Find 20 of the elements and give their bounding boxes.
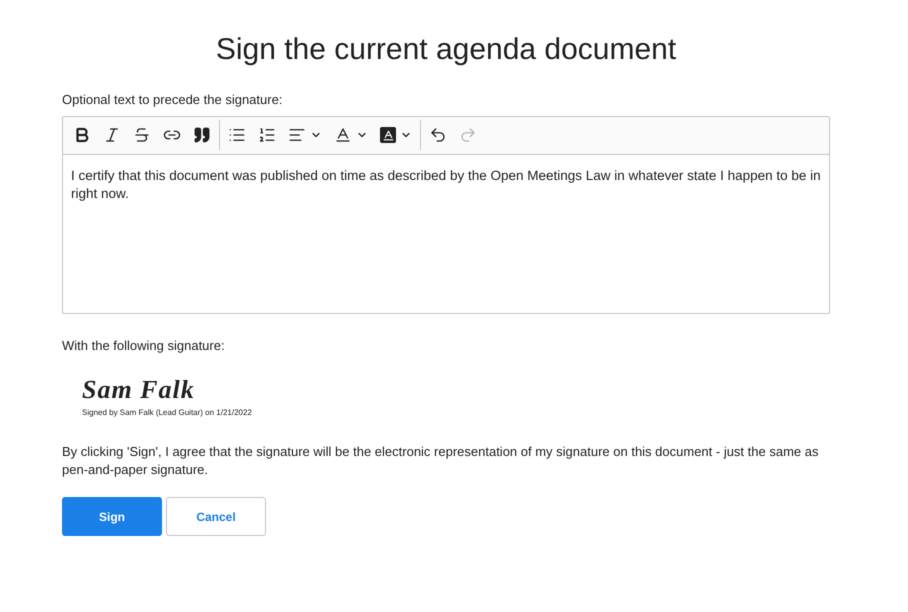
agreement-text: By clicking 'Sign', I agree that the signature will be the electronic representation of my signature on this document - just the same as pen-and-paper signature. [62,443,820,479]
signature-caption: Signed by Sam Falk (Lead Guitar) on 1/21/2022 [82,407,253,419]
highlight-icon [380,127,396,143]
undo-icon [429,126,447,144]
strikethrough-icon [133,126,151,144]
italic-icon [103,126,121,144]
page-title: Sign the current agenda document [214,32,678,68]
text-color-icon [334,126,352,144]
rich-text-editor[interactable]: I certify that this document was published on time as described by the Open Meetings Law in whatever state I happen to be in right now. [62,116,830,314]
signature-label: With the following signature: [62,336,226,355]
redo-icon [459,126,477,144]
numbered-list-icon [258,126,276,144]
align-left-icon [288,126,306,144]
cancel-button[interactable]: Cancel [166,497,266,536]
bullet-list-icon [228,126,246,144]
editor-text: I certify that this document was published on time as described by the Open Meetings Law in whatever state I happen to be in right now. [70,166,822,203]
field-label: Optional text to precede the signature: [62,91,284,109]
sign-button[interactable]: Sign [62,497,162,536]
quote-icon [193,126,211,144]
signature-name: Sam Falk [82,375,196,405]
